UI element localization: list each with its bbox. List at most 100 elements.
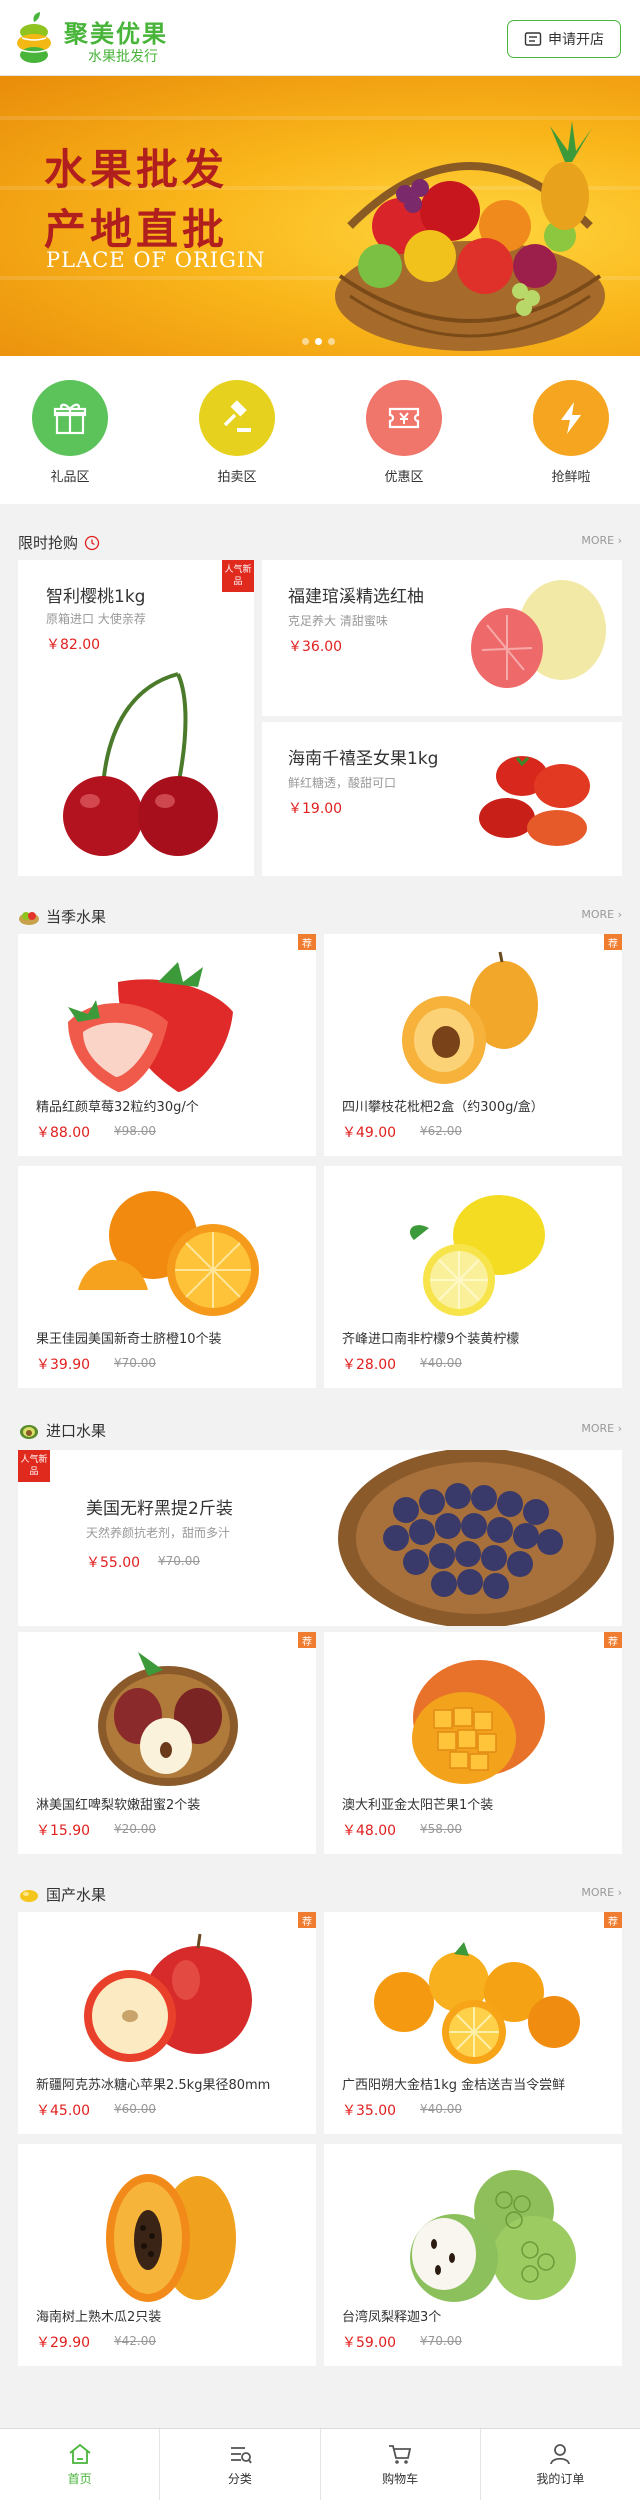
banner-english: PLACE OF ORIGIN: [46, 248, 266, 272]
banner-dot-active[interactable]: [315, 338, 322, 345]
product-card[interactable]: 果王佳园美国新奇士脐橙10个装 ￥39.90 ¥70.00: [18, 1166, 316, 1388]
featured-product-card[interactable]: 人气新品 美国无籽黑提2斤装 天然养颜抗老剂，甜而多汁 ￥55.00 ¥70.0…: [18, 1450, 622, 1626]
navel-orange-image: [78, 1191, 259, 1316]
product-name: 广西阳朔大金桔1kg 金桔送吉当令尝鲜: [342, 2078, 566, 2093]
recommend-tag: 荐: [298, 1632, 316, 1648]
product-name: 海南树上熟木瓜2只装: [36, 2310, 162, 2325]
more-link[interactable]: MORE ›: [581, 534, 622, 547]
more-link[interactable]: MORE ›: [581, 1886, 622, 1899]
product-card[interactable]: 齐峰进口南非柠檬9个装黄柠檬 ￥28.00 ¥40.00: [324, 1166, 622, 1388]
flash-side-card[interactable]: 海南千禧圣女果1kg 鲜红糖透，酸甜可口 ￥19.00: [262, 722, 622, 876]
product-name: 智利樱桃1kg: [46, 587, 146, 607]
product-name: 海南千禧圣女果1kg: [288, 749, 439, 769]
category-icon: [230, 2447, 252, 2464]
original-price: ¥70.00: [158, 1554, 200, 1568]
tab-home[interactable]: 首页: [0, 2429, 161, 2500]
original-price: ¥58.00: [420, 1822, 462, 1836]
gift-icon: [53, 403, 87, 435]
tab-label: 分类: [227, 2472, 252, 2486]
recommend-tag: 荐: [298, 934, 316, 950]
black-grape-image: [338, 1450, 614, 1626]
recommend-tag: 荐: [604, 1632, 622, 1648]
tab-category[interactable]: 分类: [160, 2429, 321, 2500]
category-auction[interactable]: 拍卖区: [192, 380, 282, 485]
product-card[interactable]: 荐 四川攀枝花枇杷2盒（约300g/盒） ￥49.00 ¥62.00: [324, 934, 622, 1156]
original-price: ¥20.00: [114, 1822, 156, 1836]
product-card[interactable]: 荐 澳大利亚金太阳芒果1个装 ￥48.00 ¥58.00: [324, 1632, 622, 1854]
apply-store-button[interactable]: 申请开店: [507, 20, 621, 58]
tab-orders[interactable]: 我的订单: [481, 2429, 640, 2500]
product-price: ￥36.00: [288, 639, 343, 655]
product-card[interactable]: 台湾凤梨释迦3个 ￥59.00 ¥70.00: [324, 2144, 622, 2366]
papaya-image: [106, 2174, 236, 2302]
category-fresh[interactable]: 抢鲜啦: [526, 380, 616, 485]
product-price: ￥88.00: [36, 1125, 91, 1141]
original-price: ¥98.00: [114, 1124, 156, 1138]
banner-dot[interactable]: [328, 338, 335, 345]
pomelo-image: [471, 580, 606, 688]
banner-headline: 水果批发: [44, 145, 229, 194]
flash-side-card[interactable]: 福建琯溪精选红柚 克足养大 清甜蜜味 ￥36.00: [262, 560, 622, 716]
product-desc: 天然养颜抗老剂，甜而多汁: [86, 1526, 231, 1540]
original-price: ¥70.00: [420, 2334, 462, 2348]
original-price: ¥70.00: [114, 1356, 156, 1370]
banner-dot[interactable]: [302, 338, 309, 345]
product-name: 台湾凤梨释迦3个: [342, 2310, 442, 2325]
home-icon: [69, 2443, 91, 2464]
category-label: 优惠区: [384, 470, 424, 485]
auction-hammer-icon: [223, 400, 251, 432]
cherry-tomato-image: [479, 756, 590, 846]
product-name: 齐峰进口南非柠檬9个装黄柠檬: [342, 1332, 520, 1347]
category-gift[interactable]: 礼品区: [25, 380, 115, 485]
product-price: ￥45.00: [36, 2103, 91, 2119]
category-coupon[interactable]: 优惠区: [359, 380, 449, 485]
product-price: ￥28.00: [342, 1357, 397, 1373]
apple-image: [84, 1933, 252, 2062]
top-header: 聚美优果 水果批发行 申请开店: [0, 0, 640, 76]
imported-header: 进口水果 MORE ›: [0, 1408, 640, 1448]
product-card[interactable]: 荐 广西阳朔大金桔1kg 金桔送吉当令尝鲜 ￥35.00 ¥40.00: [324, 1912, 622, 2134]
seasonal-header: 当季水果 MORE ›: [0, 894, 640, 934]
product-desc: 原箱进口 大使亲荐: [46, 612, 146, 626]
banner-pagination[interactable]: [302, 338, 335, 345]
product-card[interactable]: 荐 精品红颜草莓32粒约30g/个 ￥88.00 ¥98.00: [18, 934, 316, 1156]
more-link[interactable]: MORE ›: [581, 1422, 622, 1435]
tab-label: 购物车: [382, 2472, 419, 2486]
popular-new-badge: 人气新品: [18, 1450, 50, 1482]
product-price: ￥82.00: [46, 637, 101, 653]
section-title: 当季水果: [46, 908, 107, 926]
logo-apple-icon: [17, 12, 51, 63]
product-name: 新疆阿克苏冰糖心苹果2.5kg果径80mm: [36, 2078, 271, 2093]
lightning-icon: [561, 402, 581, 434]
hero-banner[interactable]: 水果批发 产地直批 PLACE OF ORIGIN: [0, 76, 640, 356]
tab-cart[interactable]: 购物车: [321, 2429, 481, 2500]
product-name: 美国无籽黑提2斤装: [86, 1499, 233, 1519]
tab-label: 我的订单: [536, 2472, 585, 2486]
domestic-header: 国产水果 MORE ›: [0, 1872, 640, 1912]
original-price: ¥40.00: [420, 1356, 462, 1370]
flash-main-card[interactable]: 人气新品 智利樱桃1kg 原箱进口 大使亲荐 ￥82.00: [18, 560, 254, 876]
product-name: 福建琯溪精选红柚: [288, 587, 424, 607]
cherry-image: [63, 672, 218, 856]
product-price: ￥39.90: [36, 1357, 91, 1373]
product-name: 淋美国红啤梨软嫩甜蜜2个装: [36, 1798, 201, 1813]
product-name: 果王佳园美国新奇士脐橙10个装: [36, 1332, 222, 1347]
logo-subtitle: 水果批发行: [88, 49, 158, 65]
more-link[interactable]: MORE ›: [581, 908, 622, 921]
mango-image: [412, 1660, 545, 1784]
product-price: ￥19.00: [288, 801, 343, 817]
flash-sale-header: 限时抢购 MORE ›: [0, 520, 640, 560]
custard-apple-image: [410, 2170, 576, 2302]
kumquat-image: [374, 1942, 580, 2064]
coupon-icon: [388, 407, 420, 429]
product-card[interactable]: 海南树上熟木瓜2只装 ￥29.90 ¥42.00: [18, 2144, 316, 2366]
recommend-tag: 荐: [298, 1912, 316, 1928]
section-title: 限时抢购: [18, 534, 79, 552]
cart-icon: [389, 2445, 412, 2464]
fruit-bowl-icon: [19, 911, 39, 925]
product-card[interactable]: 荐 新疆阿克苏冰糖心苹果2.5kg果径80mm ￥45.00 ¥60.00: [18, 1912, 316, 2134]
product-card[interactable]: 荐 淋美国红啤梨软嫩甜蜜2个装 ￥15.90 ¥20.00: [18, 1632, 316, 1854]
product-desc: 鲜红糖透，酸甜可口: [288, 776, 397, 790]
product-price: ￥49.00: [342, 1125, 397, 1141]
product-desc: 克足养大 清甜蜜味: [288, 614, 388, 628]
